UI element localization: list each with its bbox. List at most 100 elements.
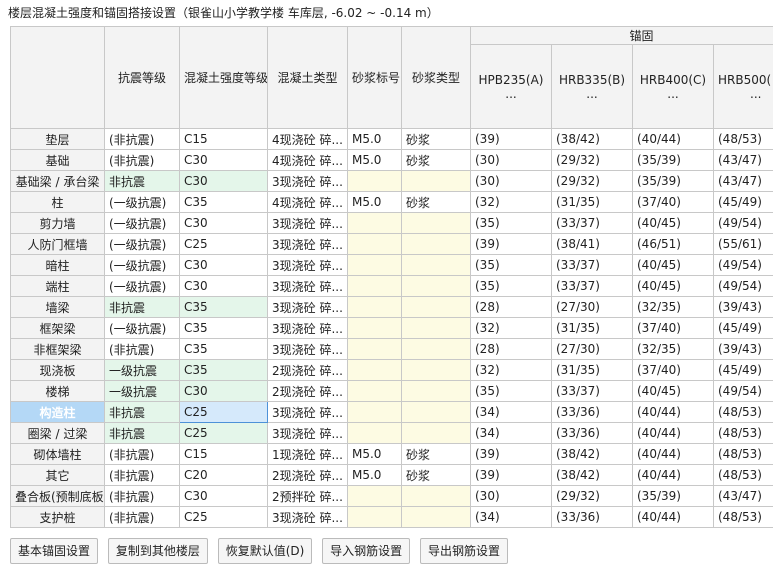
mortar-type-cell[interactable]	[402, 297, 471, 318]
mortar-grade-cell[interactable]	[348, 402, 402, 423]
anchorage-hrb500-cell[interactable]: (48/53)	[714, 129, 773, 150]
anchorage-hrb400-cell[interactable]: (35/39)	[633, 150, 714, 171]
concrete-grade-cell[interactable]: C30	[180, 150, 268, 171]
header-seismic-level[interactable]: 抗震等级	[105, 27, 180, 129]
anchorage-hrb500-cell[interactable]: (43/47)	[714, 171, 773, 192]
anchorage-hrb335-cell[interactable]: (38/42)	[552, 129, 633, 150]
table-row[interactable]: 构造柱非抗震C253现浇砼 碎...(34)(33/36)(40/44)(48/…	[11, 402, 773, 423]
anchorage-hrb400-cell[interactable]: (35/39)	[633, 486, 714, 507]
anchorage-hrb500-cell[interactable]: (48/53)	[714, 507, 773, 528]
export-rebar-button[interactable]: 导出钢筋设置	[420, 538, 508, 564]
concrete-type-cell[interactable]: 3现浇砼 碎...	[268, 255, 348, 276]
anchorage-hrb335-cell[interactable]: (31/35)	[552, 318, 633, 339]
seismic-level-cell[interactable]: (一级抗震)	[105, 213, 180, 234]
anchorage-hrb500-cell[interactable]: (43/47)	[714, 150, 773, 171]
anchorage-hpb235-cell[interactable]: (32)	[471, 318, 552, 339]
concrete-type-cell[interactable]: 4现浇砼 碎...	[268, 192, 348, 213]
anchorage-hrb335-cell[interactable]: (31/35)	[552, 192, 633, 213]
anchorage-hrb400-cell[interactable]: (40/44)	[633, 402, 714, 423]
mortar-type-cell[interactable]	[402, 234, 471, 255]
mortar-grade-cell[interactable]	[348, 171, 402, 192]
anchorage-hrb400-cell[interactable]: (37/40)	[633, 360, 714, 381]
mortar-grade-cell[interactable]	[348, 234, 402, 255]
concrete-type-cell[interactable]: 3现浇砼 碎...	[268, 297, 348, 318]
table-row[interactable]: 垫层(非抗震)C154现浇砼 碎...M5.0砂浆(39)(38/42)(40/…	[11, 129, 773, 150]
seismic-level-cell[interactable]: (一级抗震)	[105, 318, 180, 339]
concrete-grade-cell[interactable]: C25	[180, 234, 268, 255]
anchorage-hrb335-cell[interactable]: (38/41)	[552, 234, 633, 255]
seismic-level-cell[interactable]: (非抗震)	[105, 129, 180, 150]
concrete-type-cell[interactable]: 2现浇砼 碎...	[268, 465, 348, 486]
table-row[interactable]: 圈梁 / 过梁非抗震C253现浇砼 碎...(34)(33/36)(40/44)…	[11, 423, 773, 444]
seismic-level-cell[interactable]: 非抗震	[105, 423, 180, 444]
anchorage-hrb400-cell[interactable]: (37/40)	[633, 192, 714, 213]
anchorage-hrb500-cell[interactable]: (49/54)	[714, 381, 773, 402]
anchorage-hrb400-cell[interactable]: (40/44)	[633, 423, 714, 444]
table-row[interactable]: 墙梁非抗震C353现浇砼 碎...(28)(27/30)(32/35)(39/4…	[11, 297, 773, 318]
anchorage-hrb335-cell[interactable]: (29/32)	[552, 486, 633, 507]
table-row[interactable]: 砌体墙柱(非抗震)C151现浇砼 碎...M5.0砂浆(39)(38/42)(4…	[11, 444, 773, 465]
seismic-level-cell[interactable]: (非抗震)	[105, 507, 180, 528]
anchorage-hrb335-cell[interactable]: (27/30)	[552, 339, 633, 360]
anchorage-hrb335-cell[interactable]: (33/37)	[552, 213, 633, 234]
concrete-type-cell[interactable]: 2预拌砼 碎...	[268, 486, 348, 507]
mortar-type-cell[interactable]: 砂浆	[402, 465, 471, 486]
anchorage-hpb235-cell[interactable]: (34)	[471, 423, 552, 444]
anchorage-hrb500-cell[interactable]: (48/53)	[714, 444, 773, 465]
seismic-level-cell[interactable]: (一级抗震)	[105, 276, 180, 297]
concrete-grade-cell[interactable]: C30	[180, 486, 268, 507]
seismic-level-cell[interactable]: (一级抗震)	[105, 255, 180, 276]
mortar-type-cell[interactable]	[402, 318, 471, 339]
concrete-grade-cell[interactable]: C35	[180, 297, 268, 318]
anchorage-hrb500-cell[interactable]: (49/54)	[714, 213, 773, 234]
seismic-level-cell[interactable]: (非抗震)	[105, 339, 180, 360]
concrete-type-cell[interactable]: 3现浇砼 碎...	[268, 507, 348, 528]
mortar-grade-cell[interactable]	[348, 318, 402, 339]
concrete-grade-cell[interactable]: C15	[180, 444, 268, 465]
anchorage-hrb400-cell[interactable]: (40/45)	[633, 276, 714, 297]
concrete-type-cell[interactable]: 4现浇砼 碎...	[268, 150, 348, 171]
concrete-type-cell[interactable]: 3现浇砼 碎...	[268, 276, 348, 297]
anchorage-hrb500-cell[interactable]: (39/43)	[714, 297, 773, 318]
anchorage-hpb235-cell[interactable]: (32)	[471, 360, 552, 381]
anchorage-hpb235-cell[interactable]: (30)	[471, 486, 552, 507]
anchorage-hpb235-cell[interactable]: (39)	[471, 465, 552, 486]
table-row[interactable]: 暗柱(一级抗震)C303现浇砼 碎...(35)(33/37)(40/45)(4…	[11, 255, 773, 276]
concrete-grade-cell[interactable]: C25	[180, 423, 268, 444]
anchorage-hpb235-cell[interactable]: (39)	[471, 234, 552, 255]
mortar-grade-cell[interactable]: M5.0	[348, 150, 402, 171]
table-row[interactable]: 基础梁 / 承台梁非抗震C303现浇砼 碎...(30)(29/32)(35/3…	[11, 171, 773, 192]
anchorage-hpb235-cell[interactable]: (32)	[471, 192, 552, 213]
mortar-type-cell[interactable]	[402, 381, 471, 402]
mortar-grade-cell[interactable]	[348, 297, 402, 318]
concrete-grade-cell[interactable]: C35	[180, 192, 268, 213]
anchorage-hrb335-cell[interactable]: (33/37)	[552, 276, 633, 297]
mortar-grade-cell[interactable]	[348, 381, 402, 402]
concrete-grade-cell[interactable]: C35	[180, 318, 268, 339]
anchorage-hrb500-cell[interactable]: (45/49)	[714, 318, 773, 339]
mortar-grade-cell[interactable]	[348, 507, 402, 528]
seismic-level-cell[interactable]: (一级抗震)	[105, 192, 180, 213]
anchorage-hrb500-cell[interactable]: (43/47)	[714, 486, 773, 507]
header-concrete-grade[interactable]: 混凝土强度等级	[180, 27, 268, 129]
concrete-grade-cell[interactable]: C35	[180, 339, 268, 360]
anchorage-hrb400-cell[interactable]: (32/35)	[633, 339, 714, 360]
anchorage-hrb400-cell[interactable]: (40/45)	[633, 381, 714, 402]
anchorage-hrb400-cell[interactable]: (40/45)	[633, 255, 714, 276]
anchorage-hrb400-cell[interactable]: (32/35)	[633, 297, 714, 318]
mortar-type-cell[interactable]	[402, 339, 471, 360]
seismic-level-cell[interactable]: (非抗震)	[105, 444, 180, 465]
mortar-grade-cell[interactable]: M5.0	[348, 444, 402, 465]
seismic-level-cell[interactable]: 非抗震	[105, 171, 180, 192]
table-row[interactable]: 非框架梁(非抗震)C353现浇砼 碎...(28)(27/30)(32/35)(…	[11, 339, 773, 360]
seismic-level-cell[interactable]: (非抗震)	[105, 486, 180, 507]
anchorage-hrb335-cell[interactable]: (31/35)	[552, 360, 633, 381]
anchorage-hrb335-cell[interactable]: (38/42)	[552, 465, 633, 486]
anchorage-hrb335-cell[interactable]: (33/36)	[552, 507, 633, 528]
seismic-level-cell[interactable]: 非抗震	[105, 402, 180, 423]
mortar-grade-cell[interactable]	[348, 486, 402, 507]
seismic-level-cell[interactable]: 非抗震	[105, 297, 180, 318]
anchorage-hrb500-cell[interactable]: (45/49)	[714, 360, 773, 381]
anchorage-hrb500-cell[interactable]: (48/53)	[714, 402, 773, 423]
mortar-type-cell[interactable]	[402, 255, 471, 276]
